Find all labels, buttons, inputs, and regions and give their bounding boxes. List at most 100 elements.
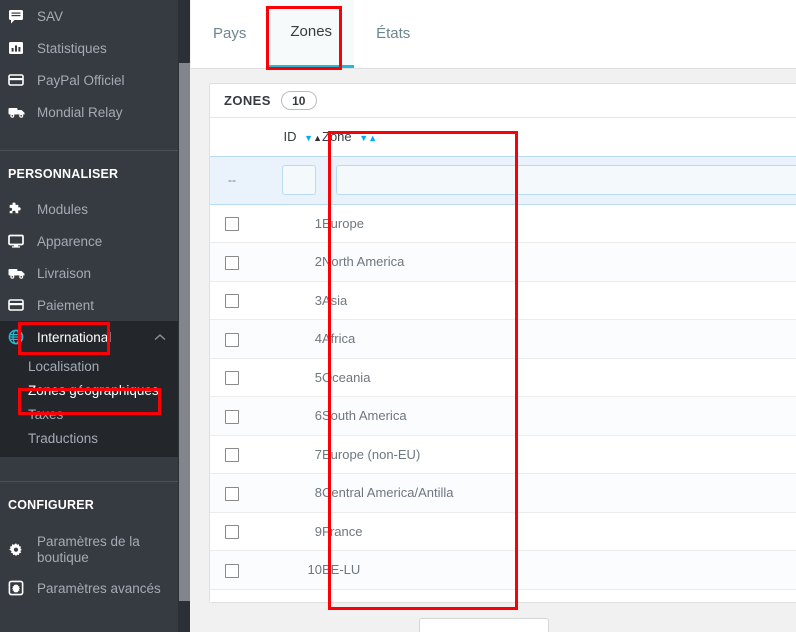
row-id: 4	[254, 319, 322, 359]
truck-icon	[8, 265, 34, 281]
zones-table-header-row: ID ▼▲ Zone ▼▲	[210, 118, 796, 156]
truck-icon	[8, 104, 34, 120]
gear-icon	[8, 542, 34, 558]
sidebar-item-parametres-avances[interactable]: Paramètres avancés	[0, 572, 178, 604]
row-checkbox-cell	[210, 204, 254, 243]
row-checkbox[interactable]	[225, 563, 239, 578]
row-checkbox[interactable]	[225, 371, 239, 386]
sort-asc-icon-id[interactable]: ▲	[313, 133, 322, 143]
sidebar-item-apparence[interactable]: Apparence	[0, 225, 178, 257]
zones-table-head: ID ▼▲ Zone ▼▲	[210, 118, 796, 156]
sidebar-section-personnaliser: PERSONNALISER	[8, 167, 119, 181]
sort-asc-icon-zone[interactable]: ▲	[368, 133, 377, 143]
sidebar-item-paypal-officiel[interactable]: PayPal Officiel	[0, 64, 178, 96]
row-checkbox-cell	[210, 319, 254, 359]
sidebar-item-label: International	[37, 329, 112, 345]
row-checkbox[interactable]	[225, 486, 239, 501]
sidebar-item-parametres-boutique[interactable]: Paramètres de la boutique	[0, 528, 178, 572]
sidebar-item-paiement[interactable]: Paiement	[0, 289, 178, 321]
row-id: 8	[254, 473, 322, 513]
tab-bar: Pays Zones États	[191, 0, 796, 69]
table-row[interactable]: 1 Europe	[210, 204, 796, 243]
zones-table: ID ▼▲ Zone ▼▲ -- 1 Europe 2 North Americ…	[210, 118, 796, 590]
sidebar-item-livraison[interactable]: Livraison	[0, 257, 178, 289]
chevron-up-icon[interactable]	[154, 330, 166, 345]
row-checkbox[interactable]	[225, 409, 239, 424]
sidebar-item-label: Mondial Relay	[37, 104, 123, 120]
bulk-actions-select[interactable]	[419, 618, 549, 632]
row-zone: Europe (non-EU)	[322, 435, 796, 474]
table-row[interactable]: 8 Central America/Antilla	[210, 473, 796, 513]
bar-chart-icon	[8, 40, 34, 56]
zones-card: ZONES 10 ID ▼▲ Zone ▼▲ -- 1 Europe 2 Nor…	[209, 83, 796, 603]
table-row[interactable]: 10 BE-LU	[210, 550, 796, 590]
row-zone: Central America/Antilla	[322, 473, 796, 513]
sidebar-item-label: Paiement	[37, 297, 95, 313]
sidebar-subitem-taxes[interactable]: Taxes	[0, 403, 178, 427]
table-row[interactable]: 4 Africa	[210, 319, 796, 359]
row-zone: BE-LU	[322, 550, 796, 590]
sidebar-subitem-localisation[interactable]: Localisation	[0, 355, 178, 379]
tab-zones[interactable]: Zones	[268, 0, 355, 68]
main-content: Pays Zones États ZONES 10 ID ▼▲ Zone ▼▲ …	[191, 0, 796, 632]
row-zone: South America	[322, 396, 796, 436]
sidebar: SAV Statistiques PayPal Officiel Mondial…	[0, 0, 178, 632]
sidebar-item-modules[interactable]: Modules	[0, 193, 178, 225]
sidebar-item-label: SAV	[37, 8, 64, 24]
row-checkbox-cell	[210, 435, 254, 474]
sidebar-subitem-zones-geographiques[interactable]: Zones géographiques	[0, 379, 178, 403]
row-checkbox-cell	[210, 358, 254, 397]
row-checkbox[interactable]	[225, 332, 239, 347]
row-checkbox[interactable]	[225, 525, 239, 540]
row-checkbox-cell	[210, 396, 254, 436]
row-checkbox[interactable]	[225, 255, 239, 270]
row-checkbox[interactable]	[225, 217, 239, 232]
sidebar-subitem-traductions[interactable]: Traductions	[0, 427, 178, 451]
table-row[interactable]: 3 Asia	[210, 281, 796, 320]
filter-zone-input[interactable]	[336, 165, 796, 195]
header-id-label: ID	[283, 129, 297, 145]
puzzle-icon	[8, 201, 34, 217]
sidebar-item-label: Modules	[37, 201, 89, 217]
row-zone: Asia	[322, 281, 796, 320]
header-zone[interactable]: Zone ▼▲	[322, 118, 796, 156]
sidebar-item-sav[interactable]: SAV	[0, 0, 178, 32]
row-zone: Africa	[322, 319, 796, 359]
table-row[interactable]: 7 Europe (non-EU)	[210, 435, 796, 474]
row-id: 1	[254, 204, 322, 243]
sidebar-item-label: Livraison	[37, 265, 92, 281]
row-checkbox-cell	[210, 550, 254, 590]
sidebar-item-mondial-relay[interactable]: Mondial Relay	[0, 96, 178, 128]
row-zone: France	[322, 512, 796, 551]
filter-id-input[interactable]	[282, 165, 316, 195]
zones-table-body: -- 1 Europe 2 North America 3 Asia 4 Afr…	[210, 155, 796, 590]
tab-etats[interactable]: États	[354, 0, 432, 68]
tab-pays[interactable]: Pays	[191, 0, 268, 68]
sort-controls-zone: ▼▲	[359, 129, 377, 144]
sidebar-item-statistiques[interactable]: Statistiques	[0, 32, 178, 64]
header-id[interactable]: ID ▼▲	[254, 118, 322, 156]
table-row[interactable]: 9 France	[210, 512, 796, 551]
row-checkbox[interactable]	[225, 294, 239, 309]
sidebar-section-configurer: CONFIGURER	[8, 498, 95, 512]
zones-card-header: ZONES 10	[210, 84, 796, 118]
row-id: 5	[254, 358, 322, 397]
row-checkbox-cell	[210, 242, 254, 282]
table-row[interactable]: 2 North America	[210, 242, 796, 282]
sidebar-item-label: PayPal Officiel	[37, 72, 125, 88]
filter-dash: --	[210, 155, 254, 205]
sidebar-scrollbar-thumb[interactable]	[179, 63, 190, 601]
row-id: 2	[254, 242, 322, 282]
filter-id-cell	[254, 155, 322, 205]
sidebar-item-label: Paramètres de la boutique	[37, 534, 140, 565]
zones-card-title: ZONES	[224, 93, 271, 108]
row-checkbox[interactable]	[225, 448, 239, 463]
sort-controls-id: ▼▲	[304, 129, 322, 144]
row-id: 6	[254, 396, 322, 436]
sidebar-item-international[interactable]: International	[0, 321, 178, 353]
sort-desc-icon-id[interactable]: ▼	[304, 133, 313, 143]
table-row[interactable]: 5 Oceania	[210, 358, 796, 397]
table-row[interactable]: 6 South America	[210, 396, 796, 436]
sidebar-item-label: Apparence	[37, 233, 103, 249]
sort-desc-icon-zone[interactable]: ▼	[359, 133, 368, 143]
